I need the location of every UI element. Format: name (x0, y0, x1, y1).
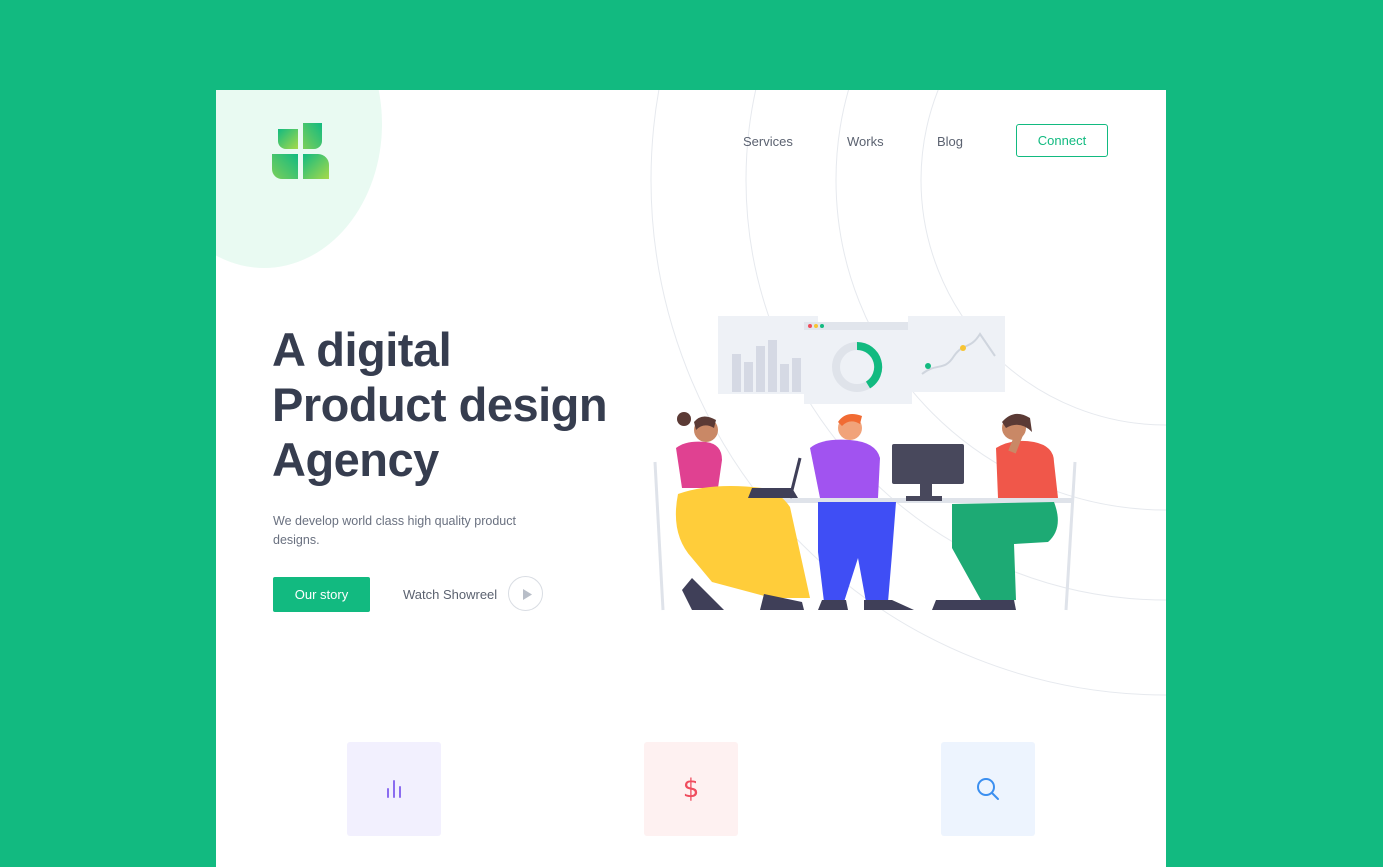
watch-showreel-link[interactable]: Watch Showreel (403, 587, 497, 602)
feature-card-search[interactable] (941, 742, 1035, 836)
connect-button[interactable]: Connect (1016, 124, 1108, 157)
leaf-logo-icon[interactable] (272, 123, 330, 181)
bar-chart-icon (387, 780, 401, 798)
landing-page-card: Services Works Blog Connect A digital Pr… (216, 90, 1166, 867)
feature-card-pricing[interactable]: $ (644, 742, 738, 836)
hero-title: A digital Product design Agency (272, 322, 652, 487)
search-icon (977, 778, 999, 800)
hero-title-line-3: Agency (272, 433, 439, 486)
hero-title-line-1: A digital (272, 323, 452, 376)
feature-card-analytics[interactable] (347, 742, 441, 836)
play-button[interactable] (508, 576, 543, 611)
nav-services[interactable]: Services (743, 134, 793, 150)
play-icon (523, 589, 532, 600)
nav-works[interactable]: Works (847, 134, 884, 150)
hero-title-line-2: Product design (272, 378, 608, 431)
dollar-icon: $ (682, 774, 700, 804)
hero-subtitle: We develop world class high quality prod… (273, 514, 516, 547)
nav-blog[interactable]: Blog (937, 134, 963, 150)
team-at-desk-illustration (653, 316, 1077, 611)
our-story-button[interactable]: Our story (273, 577, 370, 612)
